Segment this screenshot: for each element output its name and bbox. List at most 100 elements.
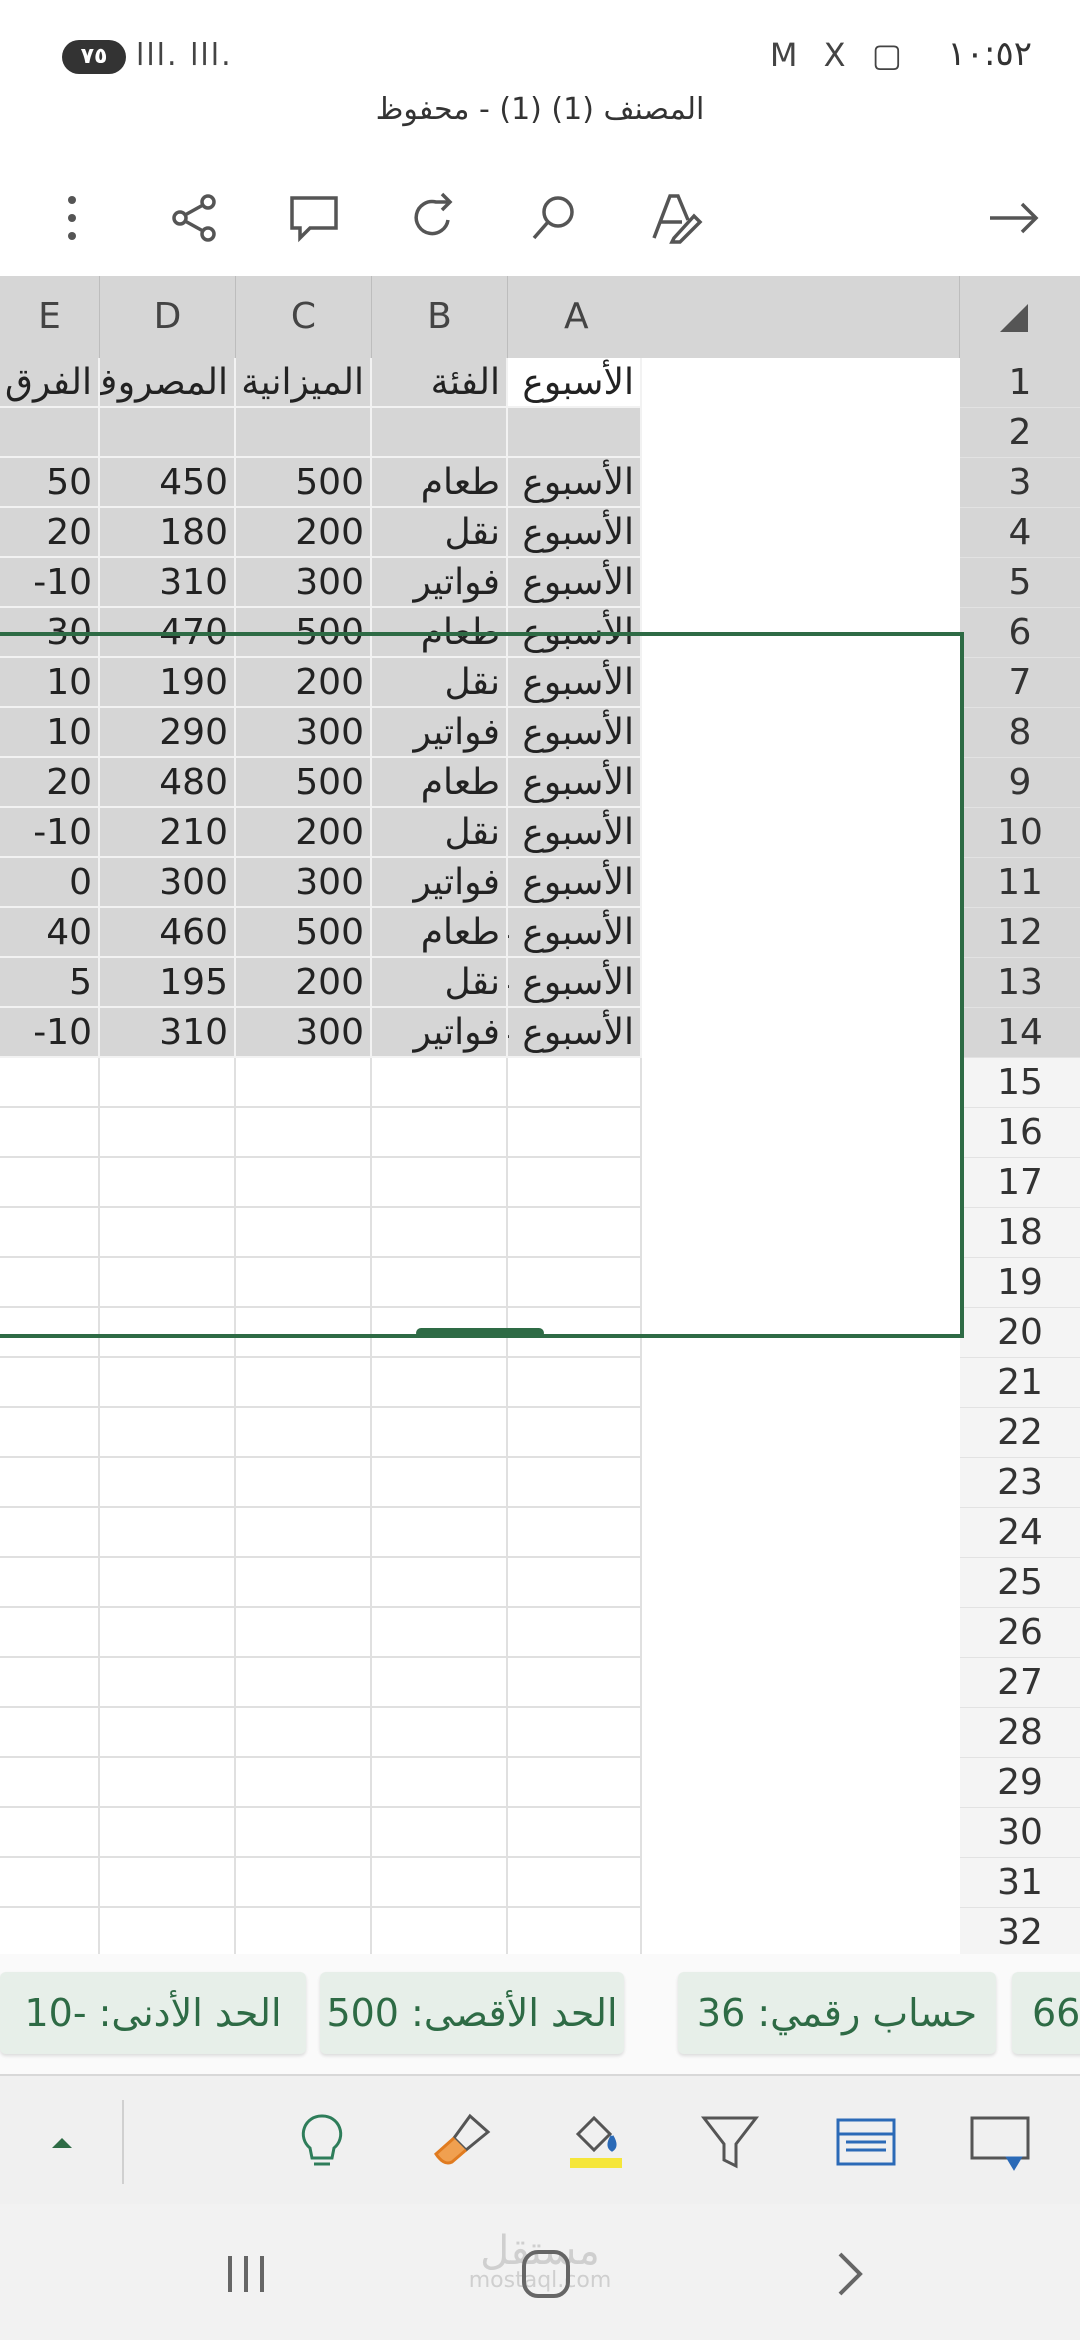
empty-cell[interactable] (100, 1808, 236, 1858)
row-header[interactable]: 7 (960, 658, 1080, 708)
stat-min[interactable]: الحد الأدنى: -10 (0, 1972, 306, 2054)
row-header[interactable]: 18 (960, 1208, 1080, 1258)
cell-e8[interactable]: 10 (0, 708, 100, 758)
row-header[interactable]: 23 (960, 1458, 1080, 1508)
cell-e4[interactable]: 20 (0, 508, 100, 558)
empty-cell[interactable] (508, 1908, 642, 1958)
empty-cell[interactable] (508, 1858, 642, 1908)
empty-cell[interactable] (508, 1358, 642, 1408)
cell-e5[interactable]: -10 (0, 558, 100, 608)
row-header[interactable]: 32 (960, 1908, 1080, 1958)
stat-max[interactable]: الحد الأقصى: 500 (320, 1972, 624, 2054)
empty-cell[interactable] (372, 1658, 508, 1708)
cell-e7[interactable]: 10 (0, 658, 100, 708)
empty-cell[interactable] (100, 1208, 236, 1258)
cell-d6[interactable]: 470 (100, 608, 236, 658)
cell-b9[interactable]: طعام (372, 758, 508, 808)
cell-b2[interactable] (372, 408, 508, 458)
empty-cell[interactable] (372, 1058, 508, 1108)
home-icon[interactable] (506, 2234, 586, 2314)
cell-a13[interactable]: الأسبوع 4 (508, 958, 642, 1008)
empty-cell[interactable] (0, 1608, 100, 1658)
cell-a4[interactable]: الأسبوع 1 (508, 508, 642, 558)
row-header[interactable]: 3 (960, 458, 1080, 508)
empty-cell[interactable] (0, 1558, 100, 1608)
cell-d4[interactable]: 180 (100, 508, 236, 558)
empty-cell[interactable] (508, 1558, 642, 1608)
cell-c1[interactable]: الميزانية المخصصة (236, 358, 372, 408)
empty-cell[interactable] (100, 1658, 236, 1708)
empty-cell[interactable] (236, 1658, 372, 1708)
cell-b4[interactable]: نقل (372, 508, 508, 558)
cell-e3[interactable]: 50 (0, 458, 100, 508)
empty-cell[interactable] (100, 1508, 236, 1558)
cell-c8[interactable]: 300 (236, 708, 372, 758)
empty-cell[interactable] (372, 1908, 508, 1958)
row-header[interactable]: 13 (960, 958, 1080, 1008)
cell-a11[interactable]: الأسبوع 3 (508, 858, 642, 908)
cell-b6[interactable]: طعام (372, 608, 508, 658)
empty-cell[interactable] (0, 1108, 100, 1158)
empty-cell[interactable] (236, 1608, 372, 1658)
cell-d5[interactable]: 310 (100, 558, 236, 608)
empty-cell[interactable] (0, 1208, 100, 1258)
row-header[interactable]: 4 (960, 508, 1080, 558)
cell-d14[interactable]: 310 (100, 1008, 236, 1058)
row-header[interactable]: 5 (960, 558, 1080, 608)
row-header[interactable]: 20 (960, 1308, 1080, 1358)
row-header[interactable]: 15 (960, 1058, 1080, 1108)
empty-cell[interactable] (100, 1708, 236, 1758)
empty-cell[interactable] (0, 1458, 100, 1508)
empty-cell[interactable] (372, 1108, 508, 1158)
format-brush-icon[interactable] (426, 2106, 498, 2178)
ideas-bulb-icon[interactable] (286, 2106, 358, 2178)
cell-e10[interactable]: -10 (0, 808, 100, 858)
cell-b7[interactable]: نقل (372, 658, 508, 708)
row-header[interactable]: 22 (960, 1408, 1080, 1458)
row-header[interactable]: 19 (960, 1258, 1080, 1308)
empty-cell[interactable] (372, 1558, 508, 1608)
recents-icon[interactable] (206, 2234, 286, 2314)
empty-cell[interactable] (372, 1458, 508, 1508)
empty-cell[interactable] (100, 1558, 236, 1608)
cell-d11[interactable]: 300 (100, 858, 236, 908)
cell-b8[interactable]: فواتير (372, 708, 508, 758)
cell-c13[interactable]: 200 (236, 958, 372, 1008)
cell-c10[interactable]: 200 (236, 808, 372, 858)
empty-cell[interactable] (100, 1108, 236, 1158)
row-header[interactable]: 27 (960, 1658, 1080, 1708)
select-all-corner[interactable] (960, 276, 1080, 358)
empty-cell[interactable] (0, 1408, 100, 1458)
filter-icon[interactable] (694, 2106, 766, 2178)
table-style-icon[interactable] (830, 2106, 902, 2178)
empty-cell[interactable] (372, 1258, 508, 1308)
empty-cell[interactable] (236, 1408, 372, 1458)
empty-cell[interactable] (100, 1758, 236, 1808)
cell-b5[interactable]: فواتير (372, 558, 508, 608)
empty-cell[interactable] (100, 1608, 236, 1658)
empty-cell[interactable] (100, 1158, 236, 1208)
row-header[interactable]: 21 (960, 1358, 1080, 1408)
cell-a6[interactable]: الأسبوع 2 (508, 608, 642, 658)
row-header[interactable]: 9 (960, 758, 1080, 808)
column-header-b[interactable]: B (372, 276, 508, 358)
cell-c9[interactable]: 500 (236, 758, 372, 808)
empty-cell[interactable] (236, 1558, 372, 1608)
empty-cell[interactable] (0, 1758, 100, 1808)
cell-c5[interactable]: 300 (236, 558, 372, 608)
cell-c6[interactable]: 500 (236, 608, 372, 658)
cell-e13[interactable]: 5 (0, 958, 100, 1008)
cell-d8[interactable]: 290 (100, 708, 236, 758)
cell-e14[interactable]: -10 (0, 1008, 100, 1058)
cell-d12[interactable]: 460 (100, 908, 236, 958)
row-header[interactable]: 30 (960, 1808, 1080, 1858)
empty-cell[interactable] (508, 1708, 642, 1758)
cell-b10[interactable]: نقل (372, 808, 508, 858)
cell-a8[interactable]: الأسبوع 2 (508, 708, 642, 758)
empty-cell[interactable] (372, 1858, 508, 1908)
row-header[interactable]: 24 (960, 1508, 1080, 1558)
empty-cell[interactable] (236, 1058, 372, 1108)
redo-icon[interactable] (398, 182, 470, 254)
row-header[interactable]: 1 (960, 358, 1080, 408)
cell-a10[interactable]: الأسبوع 3 (508, 808, 642, 858)
